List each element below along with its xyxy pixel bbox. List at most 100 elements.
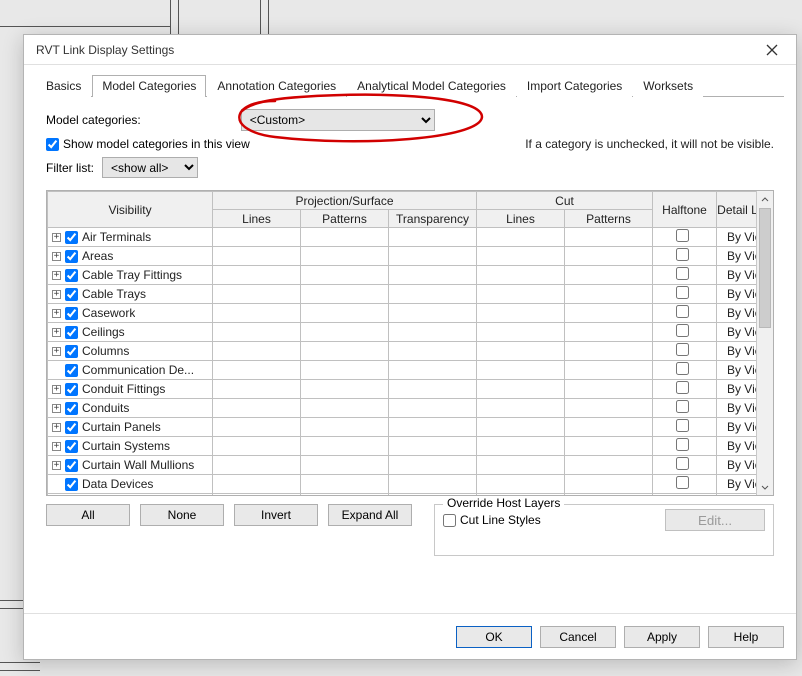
scroll-thumb[interactable] [759, 208, 771, 328]
override-cell[interactable] [565, 418, 653, 437]
override-cell[interactable] [477, 475, 565, 494]
override-cell[interactable] [301, 266, 389, 285]
table-row[interactable]: +Detail ItemsBy View [48, 494, 757, 496]
override-cell[interactable] [477, 323, 565, 342]
filter-list-dropdown[interactable]: <show all> [102, 157, 198, 178]
detail-level-cell[interactable]: By View [717, 247, 756, 266]
table-row[interactable]: +AreasBy View [48, 247, 757, 266]
halftone-checkbox[interactable] [676, 267, 689, 280]
override-cell[interactable] [301, 304, 389, 323]
halftone-checkbox[interactable] [676, 400, 689, 413]
override-cell[interactable] [301, 399, 389, 418]
halftone-cell[interactable] [653, 228, 717, 247]
halftone-cell[interactable] [653, 437, 717, 456]
override-cell[interactable] [477, 399, 565, 418]
override-cell[interactable] [301, 456, 389, 475]
override-cell[interactable] [565, 399, 653, 418]
expand-icon[interactable]: + [52, 385, 61, 394]
override-cell[interactable] [565, 323, 653, 342]
table-row[interactable]: +CeilingsBy View [48, 323, 757, 342]
halftone-checkbox[interactable] [676, 343, 689, 356]
halftone-checkbox[interactable] [676, 305, 689, 318]
override-cell[interactable] [477, 494, 565, 496]
halftone-cell[interactable] [653, 304, 717, 323]
halftone-cell[interactable] [653, 342, 717, 361]
table-row[interactable]: Communication De...By View [48, 361, 757, 380]
table-row[interactable]: +Curtain Wall MullionsBy View [48, 456, 757, 475]
category-checkbox[interactable] [65, 288, 78, 301]
detail-level-cell[interactable]: By View [717, 266, 756, 285]
ok-button[interactable]: OK [456, 626, 532, 648]
halftone-cell[interactable] [653, 285, 717, 304]
table-row[interactable]: +Curtain SystemsBy View [48, 437, 757, 456]
override-cell[interactable] [301, 247, 389, 266]
override-cell[interactable] [301, 228, 389, 247]
halftone-cell[interactable] [653, 247, 717, 266]
help-button[interactable]: Help [708, 626, 784, 648]
override-cell[interactable] [477, 247, 565, 266]
col-proj-lines[interactable]: Lines [213, 210, 301, 228]
table-row[interactable]: +ColumnsBy View [48, 342, 757, 361]
category-checkbox[interactable] [65, 307, 78, 320]
detail-level-cell[interactable]: By View [717, 323, 756, 342]
expand-icon[interactable]: + [52, 290, 61, 299]
col-projection-surface[interactable]: Projection/Surface [213, 192, 477, 210]
override-cell[interactable] [301, 361, 389, 380]
override-cell[interactable] [213, 456, 301, 475]
override-cell[interactable] [389, 475, 477, 494]
override-cell[interactable] [389, 304, 477, 323]
override-cell[interactable] [565, 342, 653, 361]
override-cell[interactable] [477, 342, 565, 361]
detail-level-cell[interactable]: By View [717, 380, 756, 399]
model-categories-dropdown[interactable]: <Custom> [241, 109, 435, 131]
detail-level-cell[interactable]: By View [717, 304, 756, 323]
apply-button[interactable]: Apply [624, 626, 700, 648]
category-checkbox[interactable] [65, 440, 78, 453]
override-cell[interactable] [389, 285, 477, 304]
category-checkbox[interactable] [65, 326, 78, 339]
override-cell[interactable] [477, 304, 565, 323]
override-cell[interactable] [477, 228, 565, 247]
override-cell[interactable] [477, 266, 565, 285]
halftone-checkbox[interactable] [676, 438, 689, 451]
override-cell[interactable] [213, 399, 301, 418]
override-cell[interactable] [565, 247, 653, 266]
tab-worksets[interactable]: Worksets [633, 75, 703, 97]
override-cell[interactable] [477, 285, 565, 304]
show-model-categories-checkbox[interactable] [46, 138, 59, 151]
category-checkbox[interactable] [65, 269, 78, 282]
halftone-checkbox[interactable] [676, 229, 689, 242]
expand-icon[interactable]: + [52, 252, 61, 261]
detail-level-cell[interactable]: By View [717, 361, 756, 380]
halftone-cell[interactable] [653, 475, 717, 494]
halftone-checkbox[interactable] [676, 248, 689, 261]
override-cell[interactable] [477, 361, 565, 380]
expand-icon[interactable]: + [52, 461, 61, 470]
expand-icon[interactable]: + [52, 271, 61, 280]
scroll-up-arrow[interactable] [757, 191, 773, 208]
override-cell[interactable] [389, 323, 477, 342]
override-cell[interactable] [301, 475, 389, 494]
col-cut-patterns[interactable]: Patterns [565, 210, 653, 228]
table-row[interactable]: +Curtain PanelsBy View [48, 418, 757, 437]
category-checkbox[interactable] [65, 478, 78, 491]
halftone-cell[interactable] [653, 456, 717, 475]
override-cell[interactable] [477, 437, 565, 456]
scroll-down-arrow[interactable] [757, 478, 773, 495]
halftone-checkbox[interactable] [676, 286, 689, 299]
override-cell[interactable] [565, 380, 653, 399]
override-cell[interactable] [565, 285, 653, 304]
tab-import-categories[interactable]: Import Categories [517, 75, 632, 97]
tab-basics[interactable]: Basics [36, 75, 91, 97]
override-cell[interactable] [389, 228, 477, 247]
invert-button[interactable]: Invert [234, 504, 318, 526]
detail-level-cell[interactable]: By View [717, 285, 756, 304]
override-cell[interactable] [213, 304, 301, 323]
override-cell[interactable] [389, 399, 477, 418]
override-cell[interactable] [213, 380, 301, 399]
expand-icon[interactable]: + [52, 404, 61, 413]
halftone-cell[interactable] [653, 418, 717, 437]
category-checkbox[interactable] [65, 459, 78, 472]
table-row[interactable]: +Conduit FittingsBy View [48, 380, 757, 399]
override-cell[interactable] [213, 247, 301, 266]
